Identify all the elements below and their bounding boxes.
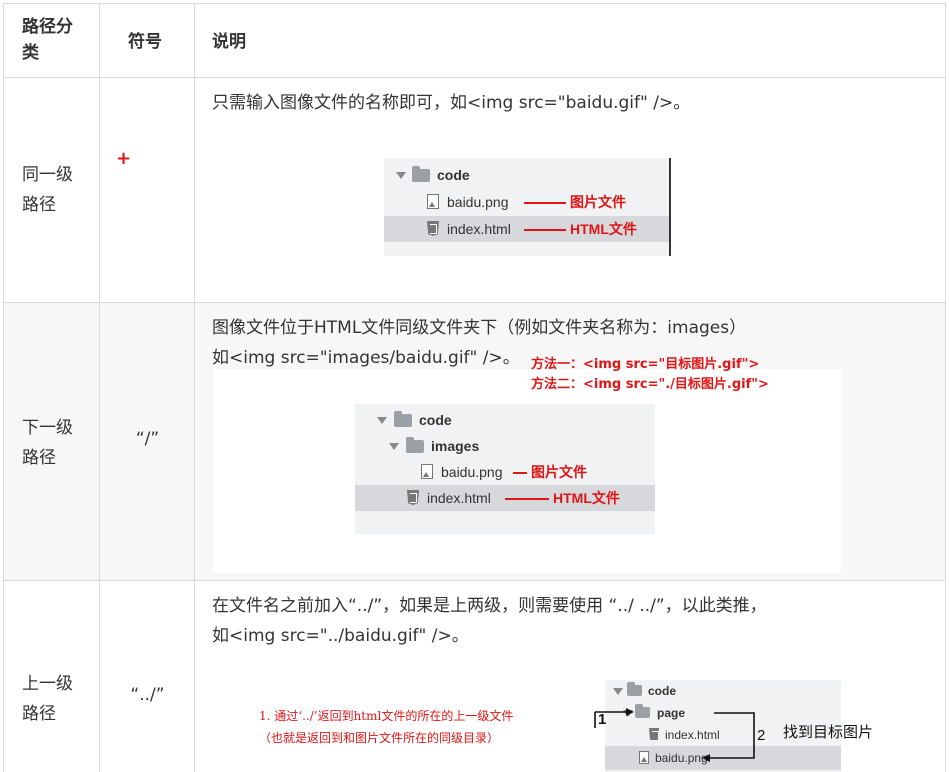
path-table: 路径分 类 符号 说明 同一级 路径 + 只需输入图像文件的名称即可，如<img… (3, 3, 946, 772)
step-one-label: 1 (598, 711, 607, 728)
image-file-icon (427, 194, 439, 209)
image-file-icon (421, 464, 433, 479)
header-desc: 说明 (212, 32, 246, 52)
folder-icon (406, 437, 424, 453)
header-symbol: 符号 (128, 32, 162, 52)
header-category: 路径分 类 (22, 17, 73, 63)
row-description: 只需输入图像文件的名称即可，如<img src="baidu.gif" />。 (212, 93, 691, 113)
tree-row-file-selected: index.html HTML文件 (384, 216, 669, 242)
row-category: 同一级 路径 (22, 165, 73, 215)
row-description: 图像文件位于HTML文件同级文件夹下（例如文件夹名称为：images） (212, 318, 747, 338)
plus-marker: + (116, 148, 132, 169)
table-row: 同一级 路径 + 只需输入图像文件的名称即可，如<img src="baidu.… (4, 78, 945, 303)
folder-icon (412, 166, 430, 182)
arrow-right-icon (626, 708, 634, 716)
chevron-down-icon (396, 172, 406, 179)
table-row: 下一级 路径 “/” 图像文件位于HTML文件同级文件夹下（例如文件夹名称为：i… (4, 303, 945, 581)
tree-row-subfolder: images (355, 433, 655, 459)
chevron-down-icon (389, 443, 399, 450)
folder-icon (394, 411, 412, 427)
tree-row-file-selected: index.html HTML文件 (355, 485, 655, 511)
row-description: 在文件名之前加入“../”，如果是上两级，则需要使用 “../ ../”，以此类… (212, 596, 767, 616)
file-tree-panel: code baidu.png 图片文件 index.html HTML文件 (384, 158, 671, 256)
pointer-line (524, 202, 566, 204)
header-cell-symbol: 符号 (100, 4, 195, 77)
row-category: 下一级 路径 (22, 418, 73, 468)
html5-icon (407, 490, 419, 505)
tree-row-file: baidu.png 图片文件 (355, 459, 655, 485)
file-tree-panel: code images baidu.png 图片文件 index.html HT… (355, 404, 655, 534)
tree-row-file: baidu.png 图片文件 (384, 189, 669, 215)
tree-row-folder: code (355, 407, 655, 433)
pointer-line (505, 498, 549, 500)
pointer-line (513, 472, 527, 474)
row-category: 上一级 路径 (22, 674, 73, 724)
row-symbol: “/” (135, 429, 160, 449)
step2-arrow-line (710, 712, 755, 759)
table-row: 上一级 路径 “../” 在文件名之前加入“../”，如果是上两级，则需要使用 … (4, 581, 945, 772)
chevron-down-icon (377, 417, 387, 424)
step-two-label: 2 (757, 727, 766, 744)
html5-icon (427, 221, 439, 236)
header-cell-category: 路径分 类 (4, 4, 100, 77)
folder-icon (627, 682, 642, 696)
tree-row-folder: code (384, 162, 669, 188)
pointer-line (524, 229, 566, 231)
explanation-note-2: （也就是返回到和图片文件所在的同级目录） (259, 731, 500, 745)
row-description-2: 如<img src="../baidu.gif" />。 (212, 626, 469, 646)
find-target-label: 找到目标图片 (783, 724, 874, 741)
method-two: 方法二：<img src="./目标图片.gif"> (531, 377, 769, 392)
explanation-note: 1. 通过‘../’返回到html文件的所在的上一级文件 (259, 709, 514, 723)
header-cell-desc: 说明 (195, 4, 945, 77)
table-header-row: 路径分 类 符号 说明 (4, 4, 945, 78)
method-one: 方法一：<img src="目标图片.gif"> (531, 357, 760, 372)
row-symbol: “../” (130, 685, 165, 705)
chevron-down-icon (613, 688, 623, 695)
arrow-left-icon (702, 754, 710, 762)
